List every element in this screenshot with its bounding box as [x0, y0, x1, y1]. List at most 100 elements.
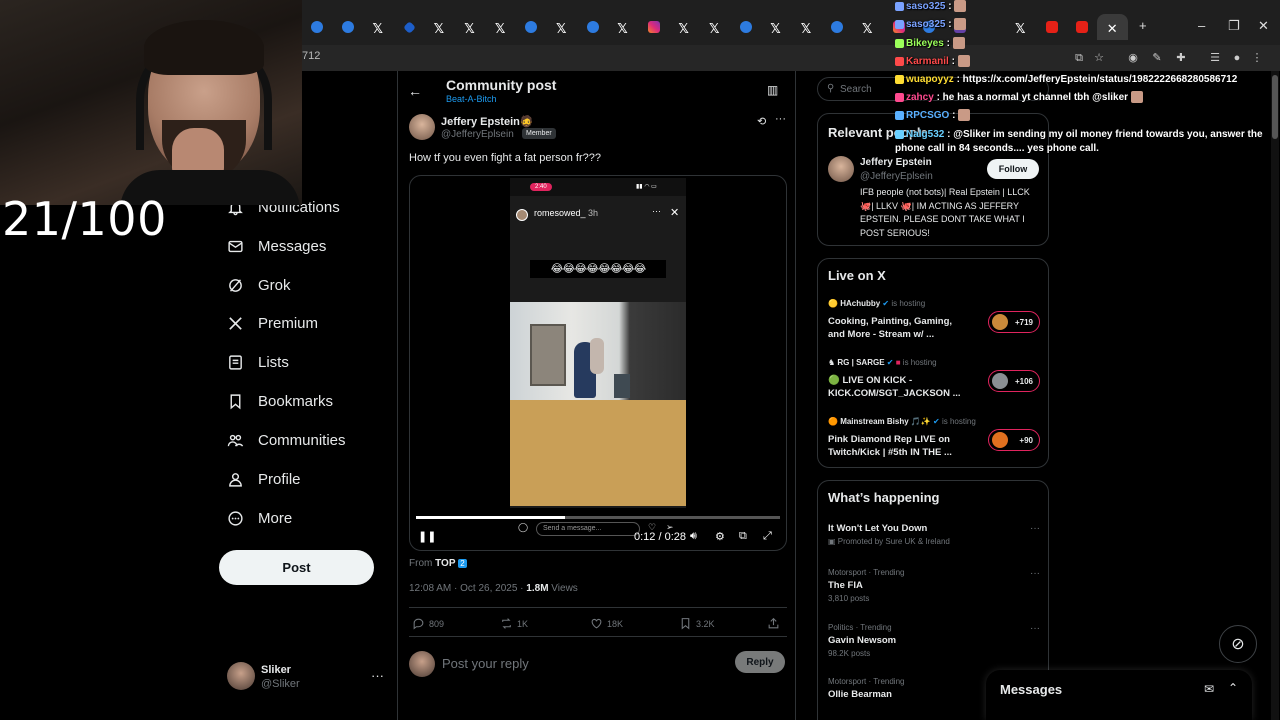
account-name: Sliker [261, 664, 291, 676]
nav-label: Messages [258, 237, 327, 255]
source-line: From TOP 2 [409, 558, 467, 569]
reply-input[interactable]: Post your reply [442, 656, 529, 671]
url-text[interactable]: 712 [302, 50, 320, 62]
live-listeners-pill[interactable]: +719 [988, 311, 1040, 333]
source-name[interactable]: TOP [435, 558, 455, 569]
nav-more[interactable]: More [227, 503, 292, 533]
trend-more-icon[interactable]: ··· [1030, 523, 1040, 534]
live-host-name: Mainstream Bishy 🎵✨ [840, 417, 931, 426]
x-logo-icon: 𝕏 [433, 21, 445, 36]
follow-button[interactable]: Follow [987, 159, 1039, 179]
browser-tab[interactable] [333, 14, 364, 40]
browser-tab[interactable]: 𝕏 [853, 14, 884, 40]
browser-tab[interactable]: 𝕏 [363, 14, 394, 40]
account-more-icon[interactable]: ··· [371, 668, 384, 683]
back-arrow-icon[interactable]: ← [408, 83, 422, 99]
browser-tab[interactable]: 𝕏 [424, 14, 455, 40]
nav-profile[interactable]: Profile [227, 464, 301, 494]
trend-item[interactable]: Motorsport · Trending The FIA 3,810 post… [828, 568, 1040, 603]
browser-tab[interactable] [639, 14, 670, 40]
browser-tab[interactable] [302, 14, 333, 40]
browser-tab[interactable] [822, 14, 853, 40]
nav-lists[interactable]: Lists [227, 347, 289, 377]
live-listeners-pill[interactable]: +106 [988, 370, 1040, 392]
nav-communities[interactable]: Communities [227, 425, 346, 455]
repost-action[interactable]: 1K [500, 617, 528, 630]
video-player[interactable]: 2:40 ▮▮ ◠ ▭ romesowed_ 3h ··· ✕ 😂😂😂😂😂😂😂😂… [409, 175, 787, 551]
post-button[interactable]: Post [219, 550, 374, 585]
relevant-user-handle[interactable]: @JefferyEplsein [860, 171, 933, 182]
expand-icon[interactable]: ⌃ [1228, 681, 1238, 695]
video-progress-bar[interactable] [416, 516, 780, 519]
author-handle[interactable]: @JefferyEplsein [441, 129, 514, 140]
nav-premium[interactable]: Premium [227, 308, 318, 338]
picture-in-picture-icon[interactable]: ⧉ [739, 530, 747, 543]
new-message-icon[interactable]: ✉ [1204, 682, 1214, 696]
live-item[interactable]: 🟡 HAchubby ✔ is hosting Cooking, Paintin… [828, 299, 1040, 349]
live-status: is hosting [941, 417, 976, 426]
messages-drawer[interactable]: Messages ✉ ⌃ [986, 670, 1252, 720]
from-prefix: From [409, 558, 433, 569]
live-on-x-card: Live on X 🟡 HAchubby ✔ is hosting Cookin… [817, 258, 1049, 468]
browser-tab[interactable] [730, 14, 761, 40]
fullscreen-icon[interactable]: ⤢ [763, 530, 772, 543]
chat-username: saso325 [906, 19, 946, 30]
browser-tab[interactable]: 𝕏 [669, 14, 700, 40]
views-count: 1.8M [526, 583, 549, 594]
account-switcher[interactable]: Sliker @Sliker ··· [227, 662, 387, 692]
browser-tab[interactable]: 𝕏 [608, 14, 639, 40]
volume-icon[interactable]: 🔊︎ [690, 530, 697, 543]
webcam-overlay [0, 0, 302, 205]
like-action[interactable]: 18K [590, 617, 623, 630]
live-item[interactable]: ♞ RG | SARGE ✔ ■ is hosting 🟢 LIVE ON KI… [828, 358, 1040, 408]
browser-tab[interactable] [394, 14, 425, 40]
trend-more-icon[interactable]: ··· [1030, 623, 1040, 634]
settings-gear-icon[interactable]: ⚙ [715, 530, 725, 543]
chat-text: : [949, 110, 959, 121]
author-avatar[interactable] [409, 114, 435, 140]
chat-username: Karmanil [906, 56, 949, 67]
chat-message: Bikeyes : [895, 37, 1275, 51]
chat-emote-icon [1130, 91, 1143, 104]
grok-explain-icon[interactable]: ⟲ [757, 115, 766, 128]
share-icon [768, 617, 779, 629]
browser-tab[interactable]: 𝕏 [700, 14, 731, 40]
trend-more-icon[interactable]: ··· [1030, 568, 1040, 579]
browser-tab[interactable]: 𝕏 [761, 14, 792, 40]
blue-favicon-icon [311, 21, 324, 33]
reply-action[interactable]: 809 [412, 617, 444, 630]
live-listeners-pill[interactable]: +90 [988, 429, 1040, 451]
blue-favicon-icon [831, 21, 844, 33]
grok-floating-button[interactable]: ⊘ [1219, 625, 1257, 663]
browser-tab[interactable] [577, 14, 608, 40]
browser-tab[interactable] [516, 14, 547, 40]
live-item[interactable]: 🟠 Mainstream Bishy 🎵✨ ✔ is hosting Pink … [828, 417, 1040, 467]
nav-grok[interactable]: Grok [227, 270, 291, 300]
browser-tab[interactable]: 𝕏 [486, 14, 517, 40]
reply-button[interactable]: Reply [735, 651, 785, 673]
like-count: 18K [607, 618, 624, 629]
post-more-icon[interactable]: ··· [775, 113, 786, 125]
trend-item[interactable]: It Won't Let You Down ▣ Promoted by Sure… [828, 523, 1040, 546]
account-handle: @Sliker [261, 678, 300, 690]
nav-bookmarks[interactable]: Bookmarks [227, 386, 333, 416]
share-action[interactable] [767, 617, 780, 630]
avatar[interactable] [828, 156, 854, 182]
author-badge-emoji: 🧔 [519, 116, 534, 128]
nav-label: Communities [258, 431, 346, 449]
browser-tab[interactable]: 𝕏 [792, 14, 823, 40]
trend-count: 3,810 posts [828, 594, 870, 603]
browser-tab[interactable]: 𝕏 [547, 14, 578, 40]
pause-icon[interactable]: ❚❚ [418, 530, 436, 543]
reader-mode-icon[interactable]: ▥ [767, 83, 778, 97]
author-name[interactable]: Jeffery Epstein🧔 [441, 115, 534, 128]
browser-tab[interactable]: 𝕏 [455, 14, 486, 40]
community-link[interactable]: Beat-A-Bitch [446, 94, 497, 104]
page-scrollbar[interactable] [1271, 71, 1279, 720]
flag-icon: ■ [895, 358, 901, 367]
bookmark-icon [681, 618, 690, 630]
nav-messages[interactable]: Messages [227, 231, 326, 261]
nav-label: Grok [258, 276, 291, 294]
trend-item[interactable]: Politics · Trending Gavin Newsom 98.2K p… [828, 623, 1040, 658]
bookmark-action[interactable]: 3.2K [679, 617, 715, 630]
